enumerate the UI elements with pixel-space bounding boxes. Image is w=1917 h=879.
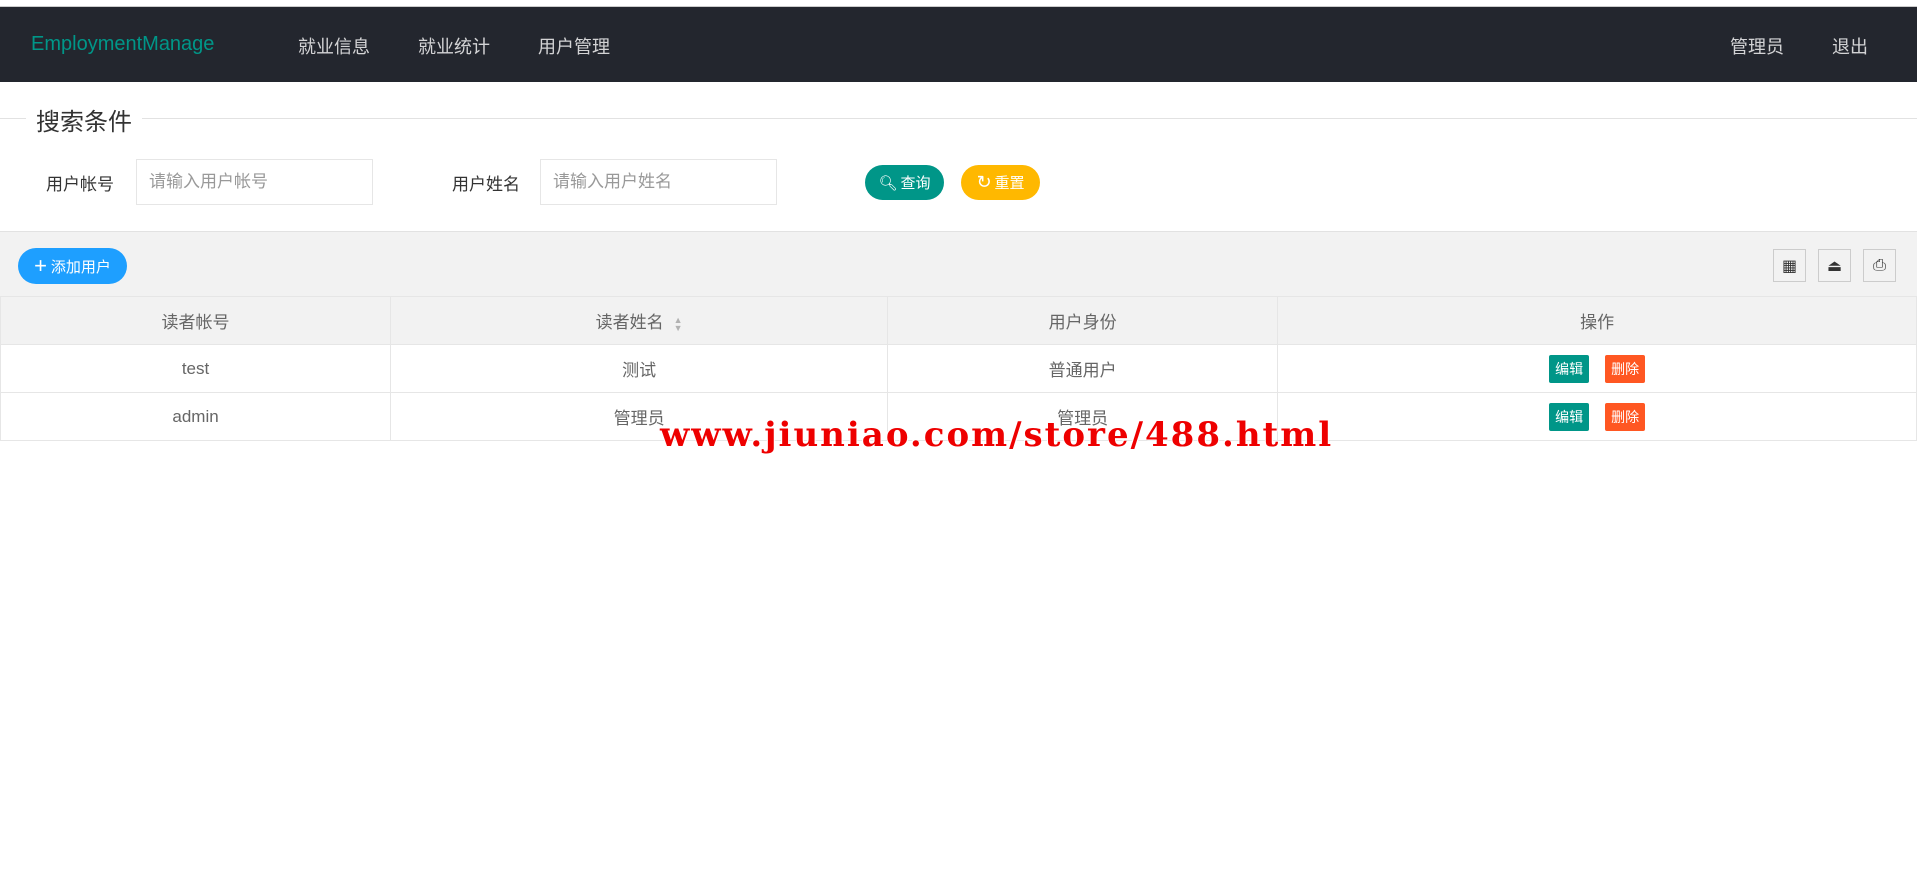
query-button[interactable]: 🔍︎ 查询 [865,165,944,200]
search-legend: 搜索条件 [26,102,142,137]
search-icon: 🔍︎ [878,174,898,192]
nav-employment-stats[interactable]: 就业统计 [418,33,490,59]
export-icon[interactable]: ⏏ [1818,249,1851,282]
account-input[interactable] [136,159,373,205]
reset-button[interactable]: ↻ 重置 [961,165,1040,200]
top-nav: EmploymentManage 就业信息 就业统计 用户管理 管理员 退出 [0,7,1917,82]
edit-button[interactable]: 编辑 [1549,354,1590,383]
nav-admin-user[interactable]: 管理员 [1730,33,1784,59]
account-label: 用户帐号 [46,175,114,194]
table-row: test 测试 普通用户 编辑 删除 [0,344,1917,393]
refresh-icon: ↻ [976,172,992,192]
edit-button[interactable]: 编辑 [1549,402,1590,431]
col-header-name[interactable]: 读者姓名 ▲ ▼ [390,296,889,345]
cell-actions: 编辑 删除 [1277,344,1917,393]
nav-user-management[interactable]: 用户管理 [538,33,610,59]
add-user-button[interactable]: + 添加用户 [18,248,127,284]
top-border [0,0,1917,7]
name-input[interactable] [540,159,777,205]
table-row: admin 管理员 管理员 编辑 删除 [0,392,1917,441]
cell-role: 管理员 [887,392,1279,441]
cell-account: admin [0,392,392,441]
col-header-account: 读者帐号 [0,296,392,345]
reset-label: 重置 [994,175,1025,192]
cell-role: 普通用户 [887,344,1279,393]
cell-name: 管理员 [390,392,889,441]
cell-name: 测试 [390,344,889,393]
columns-filter-icon[interactable]: ▦ [1773,249,1806,282]
print-icon[interactable]: ⎙ [1863,249,1896,282]
plus-icon: + [34,253,47,278]
cell-account: test [0,344,392,393]
delete-button[interactable]: 删除 [1605,354,1646,383]
fieldset-divider [0,118,1917,119]
user-table: 读者帐号 读者姓名 ▲ ▼ 用户身份 操作 test 测试 普通用户 编辑 删除 ad… [0,296,1917,441]
logo[interactable]: EmploymentManage [31,33,214,56]
name-label: 用户姓名 [452,175,520,194]
nav-logout[interactable]: 退出 [1832,33,1868,59]
nav-employment-info[interactable]: 就业信息 [298,33,370,59]
col-header-role: 用户身份 [887,296,1279,345]
delete-button[interactable]: 删除 [1605,402,1646,431]
col-header-actions: 操作 [1277,296,1917,345]
add-user-label: 添加用户 [50,258,111,276]
query-label: 查询 [900,175,931,192]
sort-icon[interactable]: ▲ ▼ [674,315,683,332]
col-header-name-label: 读者姓名 [595,313,664,332]
table-toolbar: + 添加用户 ▦ ⏏ ⎙ [0,231,1917,296]
cell-actions: 编辑 删除 [1277,392,1917,441]
